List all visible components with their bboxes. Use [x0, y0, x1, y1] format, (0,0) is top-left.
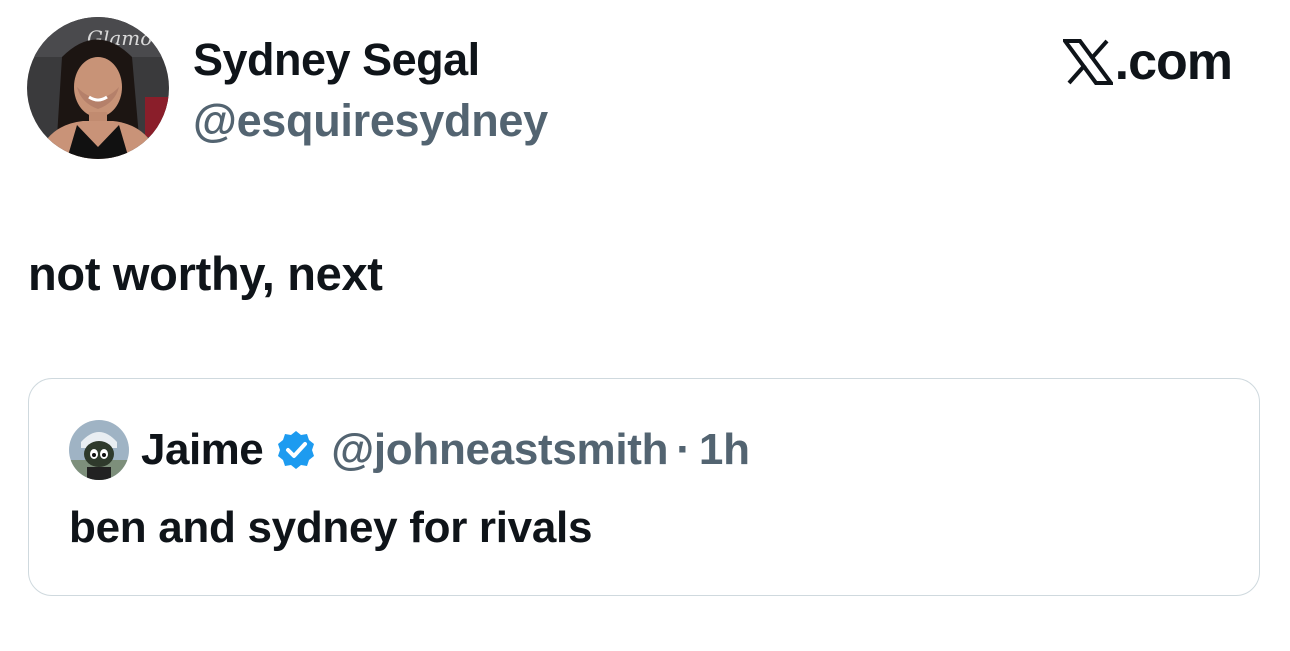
quoted-tweet-header: Jaime @johneastsmith · 1h: [69, 419, 750, 481]
verified-badge-icon: [275, 429, 317, 471]
quoted-tweet-text: ben and sydney for rivals: [69, 503, 593, 552]
separator-dot: ·: [676, 425, 691, 474]
author-name[interactable]: Sydney Segal: [193, 34, 480, 86]
profile-photo-avatar: Glamour: [27, 17, 169, 159]
quoted-author-handle[interactable]: @johneastsmith: [331, 425, 668, 475]
tweet-card: Glamour Sydney Segal @esquiresydney .com…: [0, 0, 1290, 651]
cartoon-avatar-icon: [69, 420, 129, 480]
quoted-author-name[interactable]: Jaime: [141, 425, 264, 475]
author-avatar[interactable]: Glamour: [27, 17, 169, 159]
x-logo-icon: [1062, 39, 1113, 85]
quoted-tweet[interactable]: Jaime @johneastsmith · 1h ben and sydney…: [28, 378, 1260, 596]
author-handle[interactable]: @esquiresydney: [193, 95, 548, 147]
quoted-author-avatar[interactable]: [69, 420, 129, 480]
brand-domain-text: .com: [1114, 33, 1233, 91]
x-brand: .com: [1062, 32, 1233, 92]
quoted-tweet-timestamp[interactable]: 1h: [699, 425, 750, 475]
tweet-text: not worthy, next: [28, 247, 383, 300]
